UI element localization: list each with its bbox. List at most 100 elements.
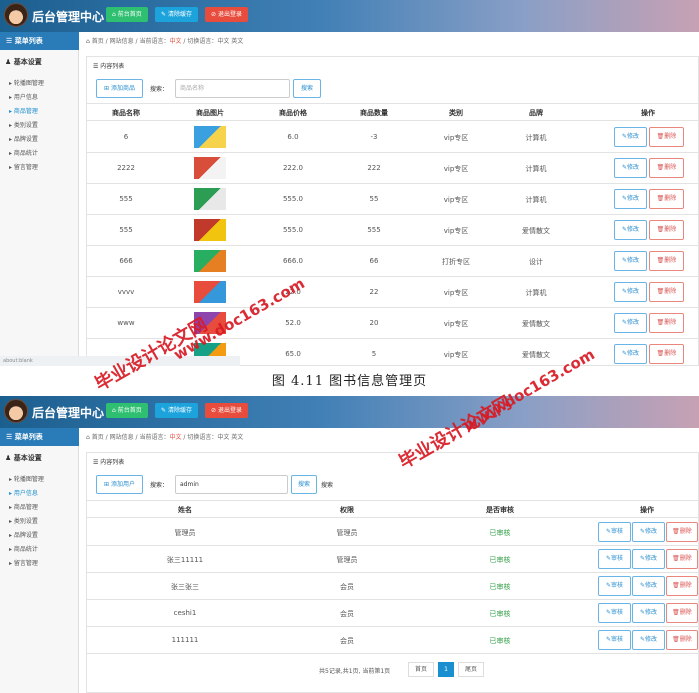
cell-product-name: 555: [119, 195, 133, 203]
delete-button[interactable]: 🗑删除: [666, 549, 698, 569]
sidebar-title: ☰ 菜单列表: [0, 428, 79, 446]
pager-page-1[interactable]: 1: [438, 662, 454, 677]
sidebar-item-users[interactable]: ▸ 用户信息: [9, 92, 38, 101]
cell-user-name: ceshi1: [173, 609, 197, 617]
delete-button[interactable]: 🗑删除: [649, 220, 684, 240]
review-button[interactable]: ✎审核: [598, 603, 631, 623]
search-input[interactable]: 商品名称: [175, 79, 290, 98]
review-button[interactable]: ✎审核: [598, 576, 631, 596]
search-button[interactable]: 搜索: [293, 79, 321, 98]
review-button[interactable]: ✎审核: [598, 549, 631, 569]
search-input[interactable]: admin: [175, 475, 288, 494]
delete-button[interactable]: 🗑删除: [649, 344, 684, 364]
edit-button-label: 修改: [645, 555, 658, 562]
delete-button[interactable]: 🗑删除: [649, 127, 684, 147]
review-button[interactable]: ✎审核: [598, 630, 631, 650]
trash-icon: 🗑: [672, 582, 680, 589]
logout-label: 退出登录: [217, 11, 242, 18]
delete-button[interactable]: 🗑删除: [649, 282, 684, 302]
edit-button-label: 修改: [645, 528, 658, 535]
sidebar-section[interactable]: ♟ 基本设置: [5, 57, 42, 67]
sidebar-item-carousel[interactable]: ▸ 轮播图管理: [9, 474, 44, 483]
edit-button[interactable]: ✎修改: [632, 549, 665, 569]
edit-button[interactable]: ✎修改: [614, 251, 647, 271]
add-product-button[interactable]: ⊞ 添加商品: [96, 79, 143, 98]
delete-button[interactable]: 🗑删除: [649, 251, 684, 271]
sidebar-title-text: 菜单列表: [14, 37, 43, 45]
edit-button[interactable]: ✎修改: [632, 576, 665, 596]
review-button-label: 审核: [611, 582, 624, 589]
lang-zh-link[interactable]: 中文: [217, 434, 229, 441]
delete-button[interactable]: 🗑删除: [666, 603, 698, 623]
delete-button[interactable]: 🗑删除: [666, 522, 698, 542]
sidebar-item-users[interactable]: ▸ 用户信息: [9, 488, 38, 497]
sidebar-item-category[interactable]: ▸ 类别设置: [9, 120, 38, 129]
table-top-line: [86, 103, 699, 104]
edit-button[interactable]: ✎修改: [632, 603, 665, 623]
delete-button[interactable]: 🗑删除: [666, 576, 698, 596]
edit-button[interactable]: ✎修改: [614, 158, 647, 178]
sidebar-item-products[interactable]: ▸ 商品管理: [9, 106, 38, 115]
sidebar-item-products[interactable]: ▸ 商品管理: [9, 502, 38, 511]
search-button[interactable]: 搜索: [291, 475, 317, 494]
home-icon: ⌂: [86, 434, 90, 441]
sidebar-section-label: 基本设置: [13, 454, 42, 462]
clear-cache-button[interactable]: ✎ 清除缓存: [155, 403, 198, 418]
screenshot-product-management: 后台管理中心 ⌂ 前台首页 ✎ 清除缓存 ⊘ 退出登录 ☰ 菜单列表 ♟ 基本设…: [0, 0, 699, 366]
edit-label: 修改: [627, 226, 640, 233]
lang-zh-link[interactable]: 中文: [217, 38, 229, 45]
sidebar-item-carousel[interactable]: ▸ 轮播图管理: [9, 78, 44, 87]
add-user-button[interactable]: ⊞ 添加用户: [96, 475, 143, 494]
delete-button[interactable]: 🗑删除: [649, 158, 684, 178]
sidebar-item-messages[interactable]: ▸ 留言管理: [9, 558, 38, 567]
logout-button[interactable]: ⊘ 退出登录: [205, 7, 248, 22]
row-divider: [86, 545, 699, 546]
sidebar-section[interactable]: ♟ 基本设置: [5, 453, 42, 463]
delete-button[interactable]: 🗑删除: [649, 189, 684, 209]
clear-cache-button[interactable]: ✎ 清除缓存: [155, 7, 198, 22]
cell-brand: 计算机: [525, 289, 547, 297]
sidebar-item-brand[interactable]: ▸ 品牌设置: [9, 134, 38, 143]
edit-button-label: 修改: [645, 636, 658, 643]
cell-audit-status: 已审核: [489, 610, 511, 618]
delete-button-label: 删除: [679, 555, 692, 562]
pager-first[interactable]: 首页: [408, 662, 434, 677]
edit-button[interactable]: ✎修改: [614, 189, 647, 209]
cell-audit-status: 已审核: [489, 556, 511, 564]
edit-button[interactable]: ✎修改: [632, 630, 665, 650]
crumb-home[interactable]: 首页: [92, 434, 104, 441]
edit-button-label: 修改: [645, 582, 658, 589]
lang-en-link[interactable]: 英文: [231, 434, 243, 441]
review-button-label: 审核: [611, 528, 624, 535]
cell-brand: 计算机: [525, 165, 547, 173]
logout-button[interactable]: ⊘ 退出登录: [205, 403, 248, 418]
home-button[interactable]: ⌂ 前台首页: [106, 7, 148, 22]
edit-button[interactable]: ✎修改: [632, 522, 665, 542]
crumb-home[interactable]: 首页: [92, 38, 104, 45]
sidebar-item-messages[interactable]: ▸ 留言管理: [9, 162, 38, 171]
delete-label: 删除: [664, 164, 677, 171]
home-button[interactable]: ⌂ 前台首页: [106, 403, 148, 418]
edit-button[interactable]: ✎修改: [614, 344, 647, 364]
crumb-site-info[interactable]: 网站信息: [110, 434, 134, 441]
crumb-site-info[interactable]: 网站信息: [110, 38, 134, 45]
sidebar-item-stats[interactable]: ▸ 商品统计: [9, 544, 38, 553]
edit-button[interactable]: ✎修改: [614, 127, 647, 147]
edit-button[interactable]: ✎修改: [614, 220, 647, 240]
sidebar: ♟ 基本设置 ▸ 轮播图管理 ▸ 用户信息 ▸ 商品管理 ▸ 类别设置 ▸ 品牌…: [0, 50, 79, 366]
sidebar-item-stats[interactable]: ▸ 商品统计: [9, 148, 38, 157]
crumb-lang-label: 当前语言：: [139, 434, 170, 441]
delete-button[interactable]: 🗑删除: [666, 630, 698, 650]
edit-button[interactable]: ✎修改: [614, 313, 647, 333]
review-button[interactable]: ✎审核: [598, 522, 631, 542]
cell-category: vip专区: [443, 227, 469, 235]
edit-button[interactable]: ✎修改: [614, 282, 647, 302]
cell-user-name: 111111: [171, 636, 199, 644]
pager-last[interactable]: 尾页: [458, 662, 484, 677]
lang-en-link[interactable]: 英文: [231, 38, 243, 45]
edit-label: 修改: [627, 350, 640, 357]
sidebar-item-brand[interactable]: ▸ 品牌设置: [9, 530, 38, 539]
sidebar-item-category[interactable]: ▸ 类别设置: [9, 516, 38, 525]
delete-button[interactable]: 🗑删除: [649, 313, 684, 333]
cell-brand: 计算机: [525, 196, 547, 204]
